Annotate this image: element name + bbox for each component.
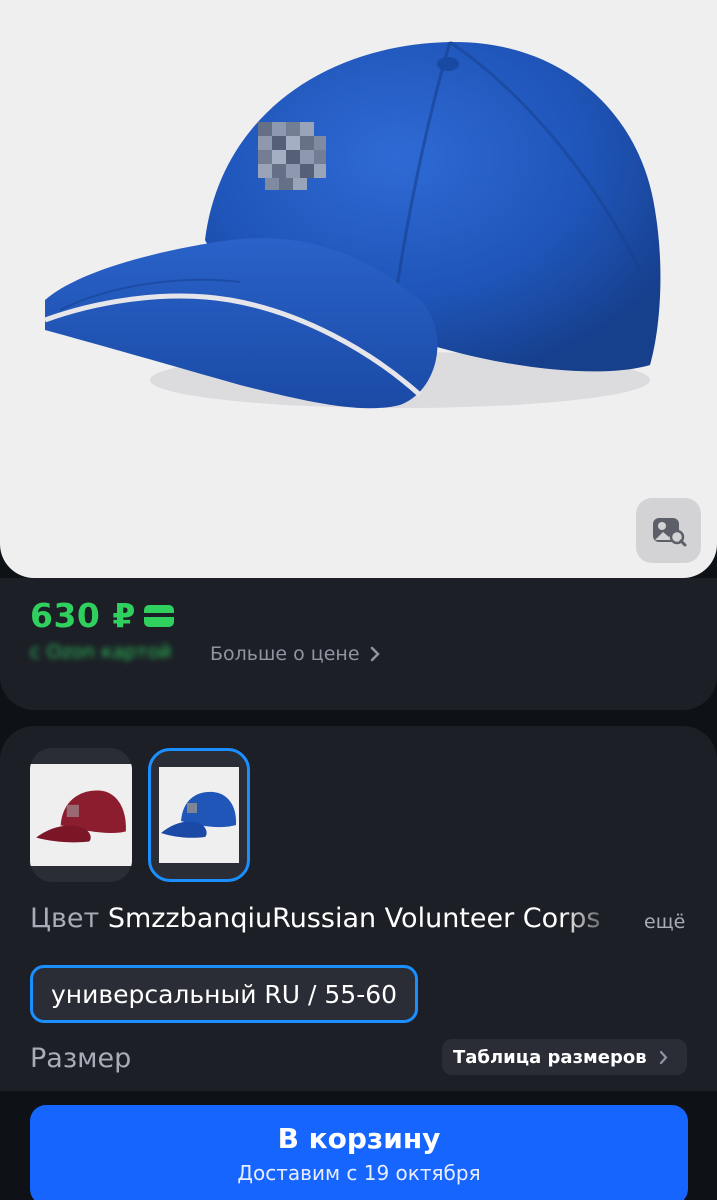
color-more-link[interactable]: ещё: [644, 911, 685, 933]
image-search-icon[interactable]: [636, 498, 701, 563]
size-chip-selected[interactable]: универсальный RU / 55-60: [30, 965, 418, 1023]
add-to-cart-button[interactable]: В корзину Доставим с 19 октября: [30, 1105, 688, 1200]
more-price-link[interactable]: Больше о цене: [210, 643, 380, 665]
chevron-right-icon: [659, 1050, 668, 1064]
price-value: 630 ₽: [30, 596, 136, 635]
blue-cap-thumb-image: [159, 767, 239, 863]
color-value: SmzzbanqiuRussian Volunteer Corps: [107, 903, 601, 934]
red-cap-image: [30, 764, 132, 866]
cart-button-label: В корзину: [277, 1122, 441, 1155]
more-price-label: Больше о цене: [210, 643, 360, 665]
card-icon: [143, 604, 174, 627]
chevron-right-icon: [370, 646, 380, 662]
variant-thumbnail-red[interactable]: [30, 748, 132, 882]
delivery-text: Доставим с 19 октября: [237, 1161, 481, 1185]
size-label: Размер: [30, 1043, 132, 1074]
color-line: Цвет SmzzbanqiuRussian Volunteer Corps: [30, 903, 610, 934]
promo-text: с Ozon картой: [30, 641, 172, 663]
size-table-button[interactable]: Таблица размеров: [442, 1039, 687, 1075]
blue-cap-image: [44, 40, 661, 409]
price-block: 630 ₽: [30, 596, 174, 635]
color-fade: [560, 900, 620, 940]
product-image[interactable]: [0, 0, 717, 578]
variant-thumbnail-blue[interactable]: [148, 748, 250, 882]
size-table-label: Таблица размеров: [453, 1046, 647, 1068]
color-label: Цвет: [30, 903, 100, 934]
